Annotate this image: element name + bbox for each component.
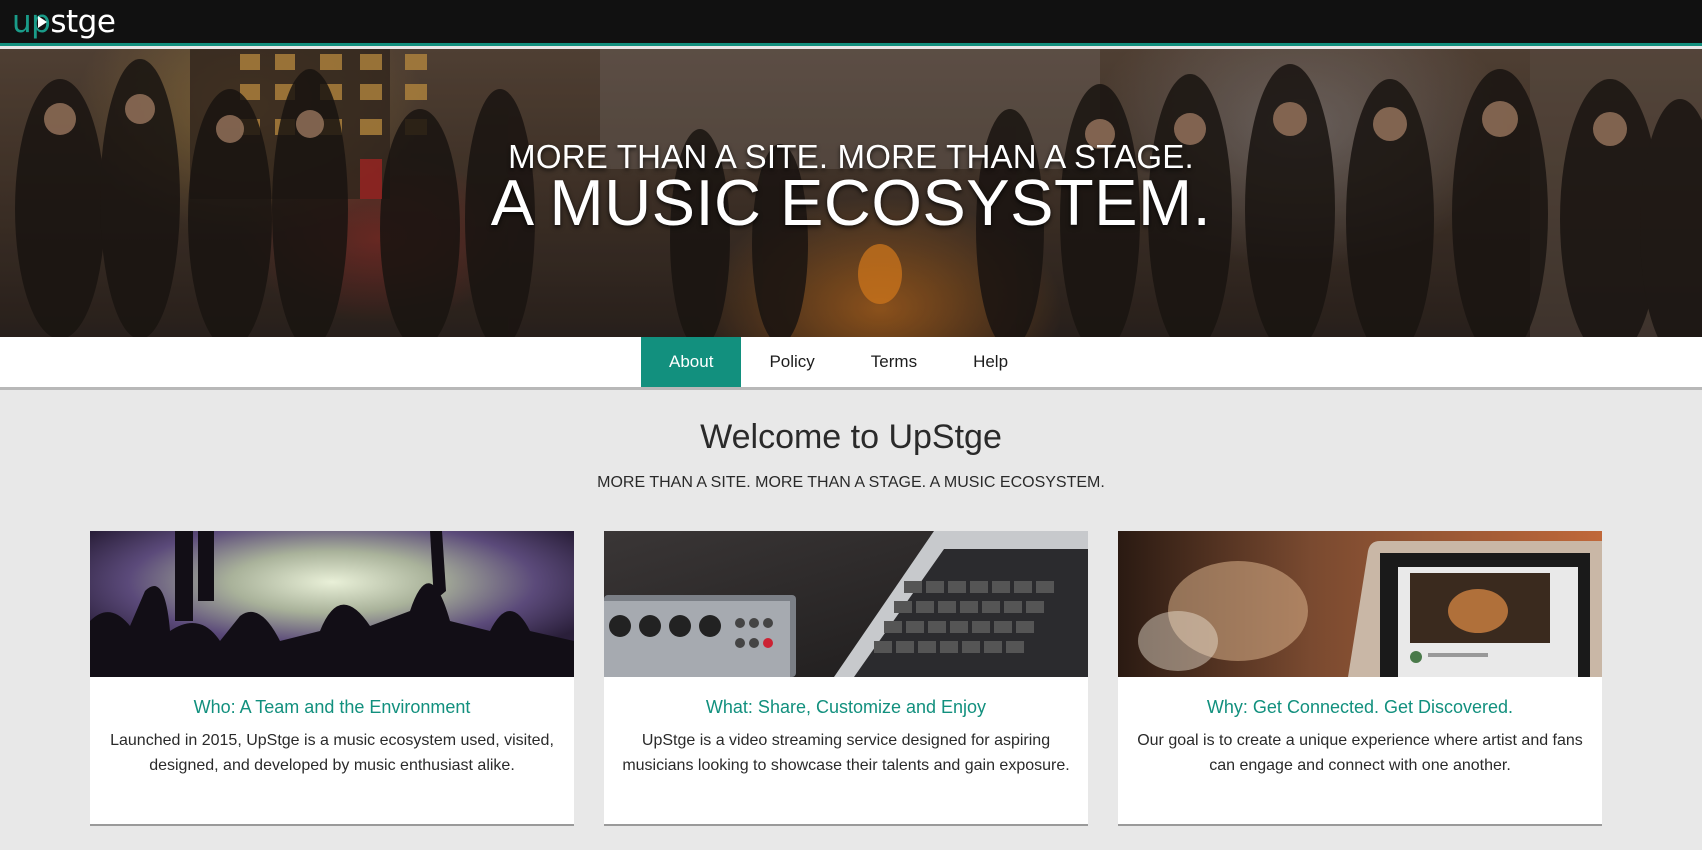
- tab-help[interactable]: Help: [945, 337, 1036, 387]
- info-card-what: What: Share, Customize and Enjoy UpStge …: [604, 531, 1088, 826]
- play-icon: [38, 15, 48, 28]
- tab-terms[interactable]: Terms: [843, 337, 945, 387]
- info-card-why: Why: Get Connected. Get Discovered. Our …: [1118, 531, 1602, 826]
- page-title: Welcome to UpStge: [700, 418, 1002, 456]
- card-text: Launched in 2015, UpStge is a music ecos…: [110, 732, 554, 774]
- section-tabbar: About Policy Terms Help: [0, 337, 1702, 390]
- info-card-who: Who: A Team and the Environment Launched…: [90, 531, 574, 826]
- tab-list: About Policy Terms Help: [641, 337, 1036, 387]
- concert-crowd-image: [90, 531, 574, 677]
- card-text: Our goal is to create a unique experienc…: [1137, 732, 1583, 774]
- guitarist-laptop-image: [1118, 531, 1602, 677]
- tab-policy[interactable]: Policy: [741, 337, 842, 387]
- top-navbar: u p stge: [0, 0, 1702, 46]
- hero-headline: A MUSIC ECOSYSTEM.: [490, 166, 1212, 239]
- hero-banner: MORE THAN A SITE. MORE THAN A STAGE. A M…: [0, 49, 1702, 337]
- tab-about[interactable]: About: [641, 337, 742, 387]
- upstge-logo[interactable]: u p stge: [12, 3, 116, 40]
- page-subtitle: MORE THAN A SITE. MORE THAN A STAGE. A M…: [597, 474, 1105, 491]
- card-title: Why: Get Connected. Get Discovered.: [1206, 697, 1514, 717]
- logo-wordmark: u p stge: [12, 3, 116, 40]
- card-text: UpStge is a video streaming service desi…: [622, 732, 1070, 774]
- card-title: Who: A Team and the Environment: [193, 697, 471, 717]
- card-title: What: Share, Customize and Enjoy: [705, 697, 987, 717]
- mixer-laptop-image: [604, 531, 1088, 677]
